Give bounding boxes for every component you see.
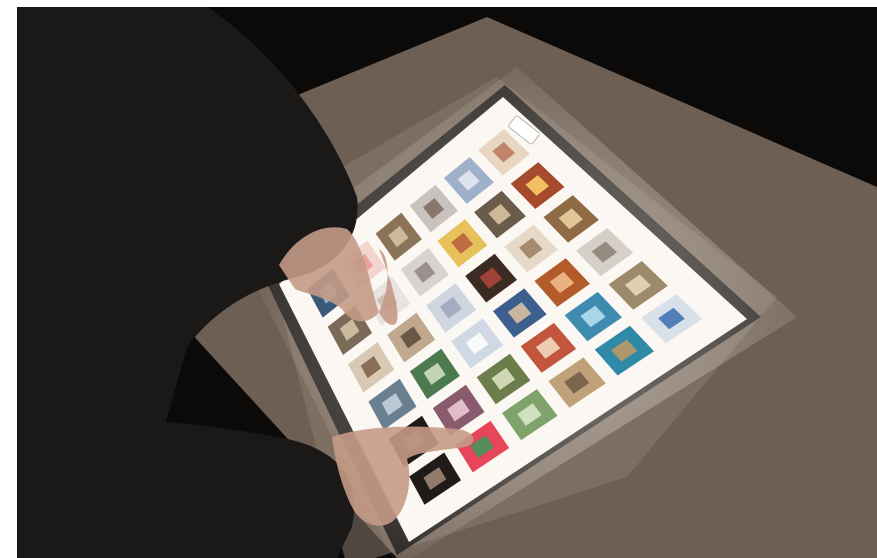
scene [17,7,877,558]
photo [17,7,877,558]
